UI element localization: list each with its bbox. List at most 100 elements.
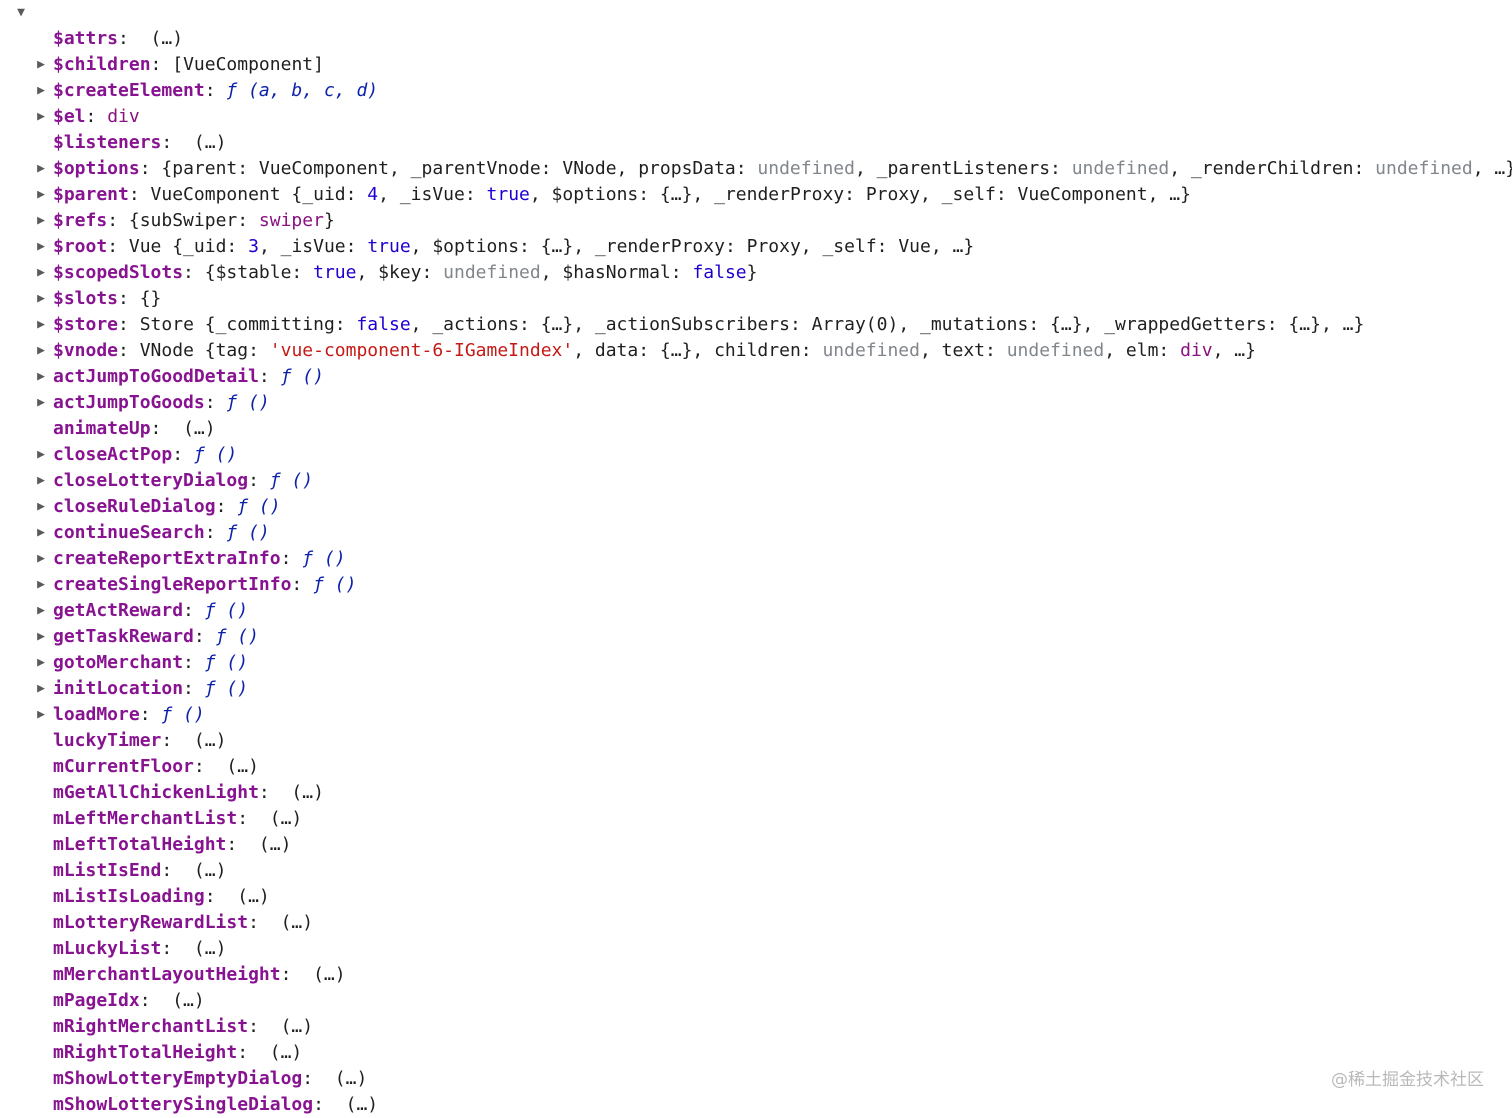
collapsed-triangle-icon[interactable]: ▶ <box>34 312 48 338</box>
property-row[interactable]: ▶ $vnode: VNode {tag: 'vue-component-6-IG… <box>0 338 1512 364</box>
property-row: mShowLotteryEmptyDialog: (…) <box>0 1066 1512 1092</box>
collapsed-triangle-icon[interactable]: ▶ <box>34 234 48 260</box>
collapsed-triangle-icon[interactable]: ▶ <box>34 468 48 494</box>
property-colon: : <box>215 496 238 517</box>
property-row[interactable]: ▶ closeLotteryDialog: ƒ () <box>0 468 1512 494</box>
property-row[interactable]: ▶ initLocation: ƒ () <box>0 676 1512 702</box>
property-row[interactable]: ▶ $root: Vue {_uid: 3, _isVue: true, $opt… <box>0 234 1512 260</box>
lazy-getter-value[interactable]: (…) <box>281 1016 314 1037</box>
lazy-getter-value[interactable]: (…) <box>172 990 205 1011</box>
collapsed-triangle-icon[interactable]: ▶ <box>34 78 48 104</box>
lazy-getter-value[interactable]: (…) <box>226 756 259 777</box>
collapsed-triangle-icon[interactable]: ▶ <box>34 390 48 416</box>
collapsed-triangle-icon[interactable]: ▶ <box>34 598 48 624</box>
property-colon: : <box>107 236 129 257</box>
property-key: actJumpToGoods <box>53 392 205 413</box>
property-row[interactable]: ▶ actJumpToGoods: ƒ () <box>0 390 1512 416</box>
property-colon: : <box>139 158 162 179</box>
property-row[interactable]: ▶ $scopedSlots: {$stable: true, $key: und… <box>0 260 1512 286</box>
collapsed-triangle-icon[interactable]: ▶ <box>34 494 48 520</box>
property-row[interactable]: ▶ closeRuleDialog: ƒ () <box>0 494 1512 520</box>
lazy-getter-value[interactable]: (…) <box>194 132 227 153</box>
property-row[interactable]: ▶ getTaskReward: ƒ () <box>0 624 1512 650</box>
lazy-getter-value[interactable]: (…) <box>194 730 227 751</box>
property-key: $children <box>53 54 151 75</box>
property-key: actJumpToGoodDetail <box>53 366 259 387</box>
property-row: mMerchantLayoutHeight: (…) <box>0 962 1512 988</box>
property-row[interactable]: ▶ createReportExtraInfo: ƒ () <box>0 546 1512 572</box>
property-colon: : <box>139 704 162 725</box>
property-value-segment: {$stable: <box>204 262 314 283</box>
lazy-getter-value[interactable]: (…) <box>270 808 303 829</box>
property-colon: : <box>161 938 194 959</box>
collapsed-triangle-icon[interactable]: ▶ <box>34 364 48 390</box>
property-row[interactable]: ▶ createSingleReportInfo: ƒ () <box>0 572 1512 598</box>
property-row[interactable]: ▶ $slots: {} <box>0 286 1512 312</box>
collapsed-triangle-icon[interactable]: ▶ <box>34 650 48 676</box>
property-key: $scopedSlots <box>53 262 184 283</box>
collapsed-triangle-icon[interactable]: ▶ <box>34 104 48 130</box>
lazy-getter-value[interactable]: (…) <box>259 834 292 855</box>
property-value-segment: ƒ () <box>204 652 249 673</box>
property-key: $el <box>53 106 86 127</box>
collapsed-triangle-icon[interactable]: ▶ <box>34 442 48 468</box>
property-row[interactable]: ▶ $createElement: ƒ (a, b, c, d) <box>0 78 1512 104</box>
collapsed-triangle-icon[interactable]: ▶ <box>34 624 48 650</box>
lazy-getter-value[interactable]: (…) <box>270 1042 303 1063</box>
property-value-segment: {parent: VueComponent, _parentVnode: VNo… <box>161 158 758 179</box>
property-row[interactable]: ▶ $refs: {subSwiper: swiper} <box>0 208 1512 234</box>
property-value-segment: undefined <box>1071 158 1170 179</box>
property-row[interactable]: ▶ closeActPop: ƒ () <box>0 442 1512 468</box>
property-colon: : <box>204 392 227 413</box>
lazy-getter-value[interactable]: (…) <box>313 964 346 985</box>
lazy-getter-value[interactable]: (…) <box>281 912 314 933</box>
property-row[interactable]: ▶ loadMore: ƒ () <box>0 702 1512 728</box>
lazy-getter-value[interactable]: (…) <box>346 1094 379 1115</box>
lazy-getter-value[interactable]: (…) <box>291 782 324 803</box>
property-row[interactable]: ▶ continueSearch: ƒ () <box>0 520 1512 546</box>
collapsed-triangle-icon[interactable]: ▶ <box>34 208 48 234</box>
lazy-getter-value[interactable]: (…) <box>194 938 227 959</box>
property-row: mRightMerchantList: (…) <box>0 1014 1512 1040</box>
property-row[interactable]: ▶ actJumpToGoodDetail: ƒ () <box>0 364 1512 390</box>
object-header-row[interactable]: ▼VueComponent {_uid: 6, _isVue: true, $o… <box>0 0 1512 26</box>
property-colon: : <box>204 80 227 101</box>
collapsed-triangle-icon[interactable]: ▶ <box>34 546 48 572</box>
property-row[interactable]: ▶ $children: [VueComponent] <box>0 52 1512 78</box>
collapsed-triangle-icon[interactable]: ▶ <box>34 520 48 546</box>
property-key: $refs <box>53 210 108 231</box>
property-colon: : <box>258 782 292 803</box>
collapsed-triangle-icon[interactable]: ▶ <box>34 702 48 728</box>
property-value-segment: ƒ () <box>204 678 249 699</box>
property-colon: : <box>161 132 194 153</box>
property-key: getActReward <box>53 600 184 621</box>
property-colon: : <box>280 548 303 569</box>
property-row: luckyTimer: (…) <box>0 728 1512 754</box>
property-row[interactable]: ▶ $el: div <box>0 104 1512 130</box>
lazy-getter-value[interactable]: (…) <box>237 886 270 907</box>
lazy-getter-value[interactable]: (…) <box>183 418 216 439</box>
lazy-getter-value[interactable]: (…) <box>194 860 227 881</box>
property-colon: : <box>118 314 140 335</box>
property-key: continueSearch <box>53 522 205 543</box>
property-colon: : <box>237 1042 270 1063</box>
collapsed-triangle-icon[interactable]: ▶ <box>34 338 48 364</box>
property-key: mListIsLoading <box>53 886 205 907</box>
property-row[interactable]: ▶ $options: {parent: VueComponent, _paren… <box>0 156 1512 182</box>
lazy-getter-value[interactable]: (…) <box>335 1068 368 1089</box>
collapsed-triangle-icon[interactable]: ▶ <box>34 572 48 598</box>
collapsed-triangle-icon[interactable]: ▶ <box>34 286 48 312</box>
collapsed-triangle-icon[interactable]: ▶ <box>34 52 48 78</box>
collapsed-triangle-icon[interactable]: ▶ <box>34 182 48 208</box>
lazy-getter-value[interactable]: (…) <box>151 28 184 49</box>
property-colon: : <box>313 1094 346 1115</box>
collapsed-triangle-icon[interactable]: ▶ <box>34 156 48 182</box>
property-key: initLocation <box>53 678 184 699</box>
property-row[interactable]: ▶ getActReward: ƒ () <box>0 598 1512 624</box>
property-row[interactable]: ▶ gotoMerchant: ƒ () <box>0 650 1512 676</box>
expanded-triangle-icon[interactable]: ▼ <box>14 0 28 26</box>
collapsed-triangle-icon[interactable]: ▶ <box>34 676 48 702</box>
property-row[interactable]: ▶ $store: Store {_committing: false, _act… <box>0 312 1512 338</box>
property-row[interactable]: ▶ $parent: VueComponent {_uid: 4, _isVue:… <box>0 182 1512 208</box>
collapsed-triangle-icon[interactable]: ▶ <box>34 260 48 286</box>
